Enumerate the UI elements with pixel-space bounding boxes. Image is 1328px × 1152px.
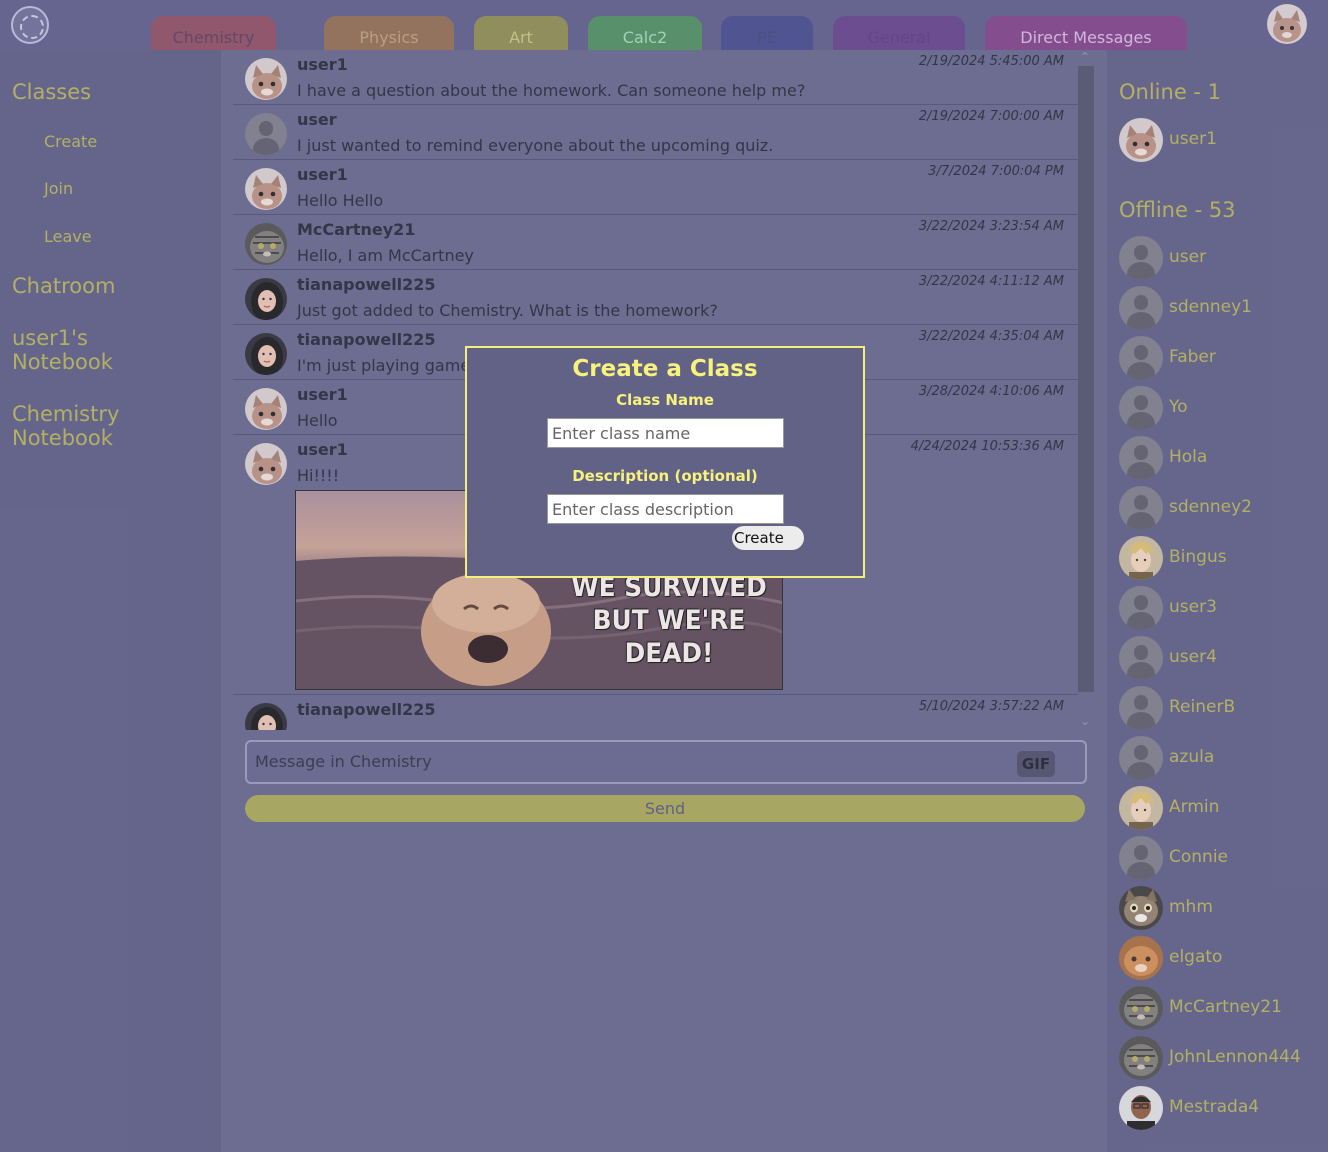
create-class-button[interactable]: Create	[732, 526, 804, 550]
create-class-modal: Create a Class Class Name Description (o…	[465, 346, 865, 578]
class-name-input[interactable]	[547, 418, 784, 448]
modal-title: Create a Class	[572, 356, 758, 382]
description-label: Description (optional)	[572, 467, 758, 485]
class-name-label: Class Name	[616, 391, 714, 409]
class-description-input[interactable]	[547, 494, 784, 524]
